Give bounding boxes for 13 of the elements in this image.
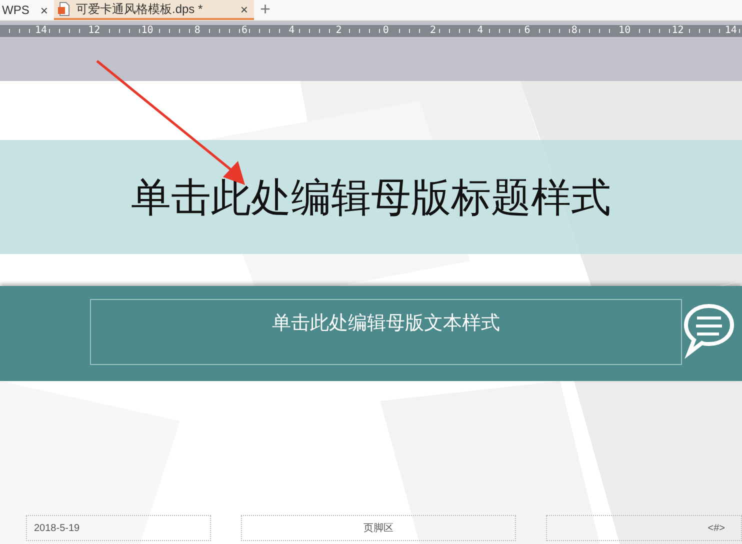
text-placeholder[interactable]: 单击此处编辑母版文本样式 [90, 299, 682, 365]
new-tab-button[interactable]: + [254, 0, 277, 20]
tab[interactable]: WPS × [0, 0, 54, 20]
tab[interactable]: 可爱卡通风格模板.dps * × [54, 0, 254, 20]
speech-bubble-icon [683, 303, 735, 361]
footer-placeholder[interactable]: 页脚区 [240, 515, 516, 541]
body-text: 单击此处编辑母版文本样式 [272, 311, 500, 334]
slide-title[interactable]: 单击此处编辑母版标题样式 [131, 170, 611, 224]
close-button[interactable]: × [40, 2, 48, 18]
document-icon [58, 2, 70, 16]
close-button[interactable]: × [240, 2, 248, 16]
date-placeholder[interactable]: 2018-5-19 [26, 515, 211, 541]
page-number-placeholder[interactable]: <#> [546, 515, 742, 541]
